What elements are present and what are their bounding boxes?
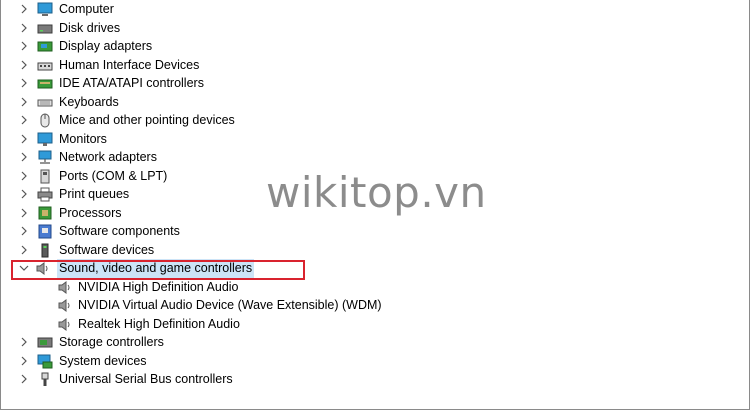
tree-item-system-devices[interactable]: System devices <box>1 352 749 371</box>
tree-child-nvidia-hd-audio[interactable]: NVIDIA High Definition Audio <box>1 278 749 297</box>
chevron-right-icon[interactable] <box>18 130 30 149</box>
network-adapter-icon <box>37 150 53 165</box>
tree-item-label: Storage controllers <box>59 335 164 349</box>
speaker-icon <box>35 261 51 276</box>
watermark: wikitop.vn <box>266 168 487 217</box>
tree-item-label: Human Interface Devices <box>59 57 200 72</box>
tree-item-usb-controllers[interactable]: Universal Serial Bus controllers <box>1 370 749 389</box>
software-device-icon <box>37 243 53 258</box>
tree-item-software-devices[interactable]: Software devices <box>1 241 749 260</box>
storage-controller-icon <box>37 335 53 350</box>
tree-item-human-interface-devices[interactable]: Human Interface Devices <box>1 56 749 75</box>
tree-item-keyboards[interactable]: Keyboards <box>1 93 749 112</box>
speaker-icon <box>57 317 73 332</box>
tree-item-label: Universal Serial Bus controllers <box>59 372 233 386</box>
tree-item-label: Sound, video and game controllers <box>57 259 255 278</box>
printer-icon <box>37 187 53 202</box>
tree-item-display-adapters[interactable]: Display adapters <box>1 37 749 56</box>
chevron-right-icon[interactable] <box>18 185 30 204</box>
tree-item-label: Software components <box>59 224 180 238</box>
chevron-right-icon[interactable] <box>18 222 30 241</box>
tree-item-label: Monitors <box>59 131 107 146</box>
speaker-icon <box>57 298 73 313</box>
mouse-icon <box>37 113 53 128</box>
chevron-right-icon[interactable] <box>18 241 30 260</box>
tree-item-ide-controllers[interactable]: IDE ATA/ATAPI controllers <box>1 74 749 93</box>
processor-icon <box>37 206 53 221</box>
port-icon <box>37 169 53 184</box>
tree-item-storage-controllers[interactable]: Storage controllers <box>1 333 749 352</box>
chevron-right-icon[interactable] <box>18 204 30 223</box>
usb-icon <box>37 372 53 387</box>
chevron-right-icon[interactable] <box>18 370 30 389</box>
chevron-down-icon[interactable] <box>18 259 30 278</box>
chevron-right-icon[interactable] <box>18 56 30 75</box>
chevron-right-icon[interactable] <box>18 352 30 371</box>
tree-item-label: Mice and other pointing devices <box>59 113 235 127</box>
tree-item-label: Display adapters <box>59 39 153 53</box>
chevron-right-icon[interactable] <box>18 19 30 38</box>
speaker-icon <box>57 280 73 295</box>
tree-item-label: System devices <box>59 353 147 368</box>
tree-item-label: IDE ATA/ATAPI controllers <box>59 76 204 90</box>
tree-item-monitors[interactable]: Monitors <box>1 130 749 149</box>
tree-item-label: Processors <box>59 205 122 220</box>
tree-item-label: Disk drives <box>59 20 121 35</box>
chevron-right-icon[interactable] <box>18 93 30 112</box>
system-device-icon <box>37 354 53 369</box>
tree-child-realtek-hd-audio[interactable]: Realtek High Definition Audio <box>1 315 749 334</box>
tree-item-network-adapters[interactable]: Network adapters <box>1 148 749 167</box>
disk-drive-icon <box>37 21 53 36</box>
hid-icon <box>37 58 53 73</box>
chevron-right-icon[interactable] <box>18 148 30 167</box>
chevron-right-icon[interactable] <box>18 37 30 56</box>
chevron-right-icon[interactable] <box>18 74 30 93</box>
chevron-right-icon[interactable] <box>18 167 30 186</box>
tree-item-label: NVIDIA Virtual Audio Device (Wave Extens… <box>78 298 382 312</box>
tree-item-computer[interactable]: Computer <box>1 0 749 19</box>
tree-item-software-components[interactable]: Software components <box>1 222 749 241</box>
tree-item-label: Print queues <box>59 187 130 201</box>
tree-item-label: Realtek High Definition Audio <box>78 316 240 331</box>
chevron-right-icon[interactable] <box>18 111 30 130</box>
chevron-right-icon[interactable] <box>18 0 30 19</box>
keyboard-icon <box>37 95 53 110</box>
display-adapter-icon <box>37 39 53 54</box>
monitor-icon <box>37 132 53 147</box>
tree-item-label: Computer <box>59 2 114 16</box>
tree-child-nvidia-virtual-audio[interactable]: NVIDIA Virtual Audio Device (Wave Extens… <box>1 296 749 315</box>
tree-item-label: Keyboards <box>59 94 119 109</box>
tree-item-mice[interactable]: Mice and other pointing devices <box>1 111 749 130</box>
tree-item-disk-drives[interactable]: Disk drives <box>1 19 749 38</box>
tree-item-label: Ports (COM & LPT) <box>59 168 168 183</box>
tree-item-label: NVIDIA High Definition Audio <box>78 279 239 294</box>
tree-item-label: Network adapters <box>59 150 157 164</box>
software-component-icon <box>37 224 53 239</box>
tree-item-sound-video-game-controllers[interactable]: Sound, video and game controllers <box>1 259 749 278</box>
computer-icon <box>37 2 53 17</box>
ide-controller-icon <box>37 76 53 91</box>
tree-item-label: Software devices <box>59 242 155 257</box>
chevron-right-icon[interactable] <box>18 333 30 352</box>
